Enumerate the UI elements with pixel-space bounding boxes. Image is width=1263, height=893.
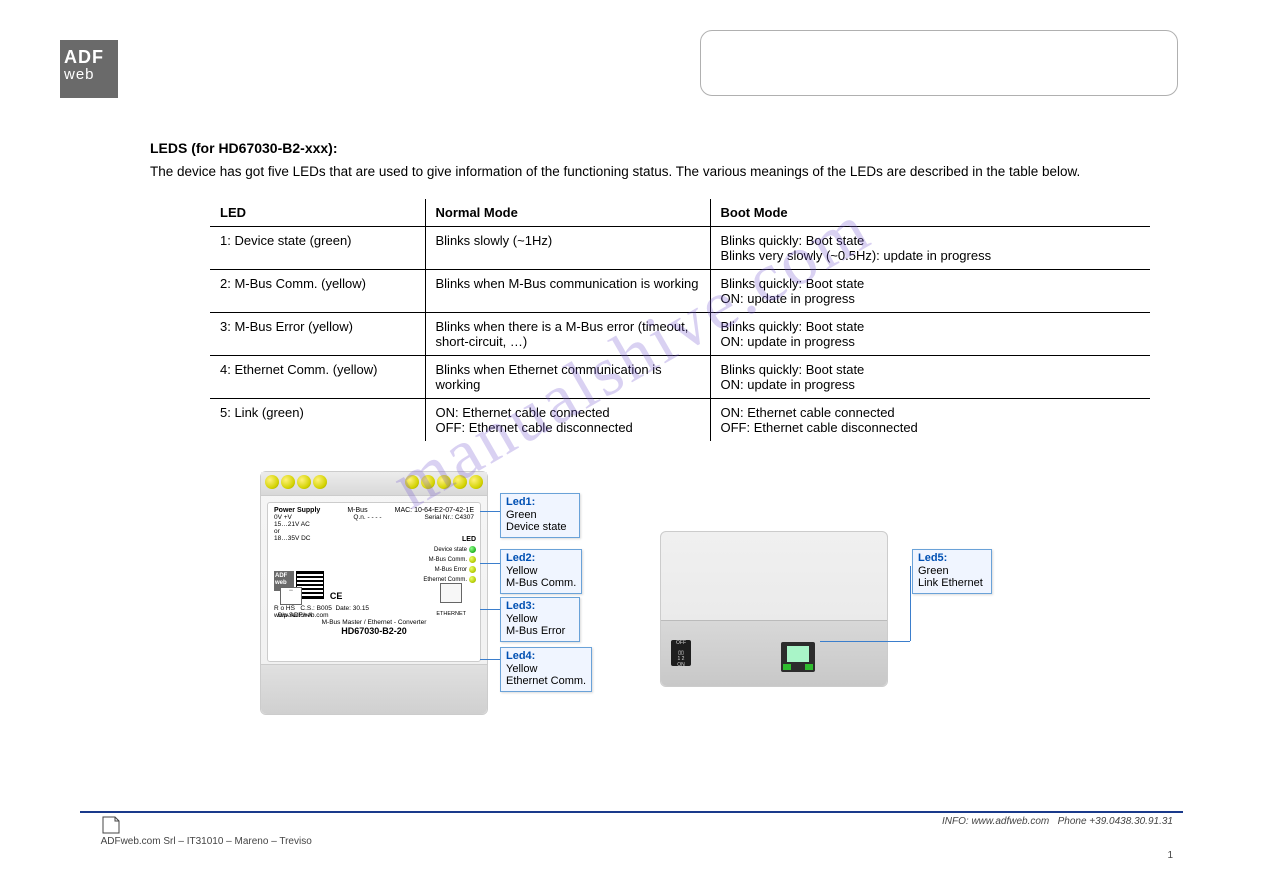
callout-lead [480,609,500,610]
header-info-box [700,30,1178,96]
cell-boot: ON: Ethernet cable connected OFF: Ethern… [710,399,1150,442]
led-name-3: M-Bus Error [435,567,467,573]
callout-title: Led2: [506,552,535,564]
dip-switch-icon: ▫▫ [280,587,302,605]
led-col-title: LED [423,536,476,543]
ce-mark: CE [330,591,343,601]
cell-boot: Blinks quickly: Boot state ON: update in… [710,356,1150,399]
cell-normal: Blinks when M-Bus communication is worki… [425,270,710,313]
device-back-image: OFF ▯▯ 1 2 ON [660,531,888,687]
led-name-2: M-Bus Comm. [429,557,467,563]
device-back-body: OFF ▯▯ 1 2 ON [661,620,887,686]
callout-title: Led5: [918,552,947,564]
cell-boot: Blinks quickly: Boot state ON: update in… [710,313,1150,356]
device-front-image: Power Supply M-Bus MAC: 10-64-E2-07-42-1… [260,471,488,715]
footer-page-num-part: 1 [1167,850,1173,861]
mac-label: MAC: 10-64-E2-07-42-1E [395,507,474,514]
cell-led: 4: Ethernet Comm. (yellow) [210,356,425,399]
callout-led4: Led4: Yellow Ethernet Comm. [500,647,592,692]
footer-link[interactable]: www.adfweb.com [971,816,1049,827]
callout-lead [480,563,500,564]
cell-normal: ON: Ethernet cable connected OFF: Ethern… [425,399,710,442]
th-boot: Boot Mode [710,199,1150,227]
dip-off-label: OFF [671,640,691,646]
callout-line: Device state [506,521,567,533]
footer-company: ADFweb.com Srl – IT31010 – Mareno – Trev… [101,836,312,847]
qn-label: Q.n. - - - - [353,514,381,543]
callout-lead [480,659,500,660]
cell-normal: Blinks slowly (~1Hz) [425,227,710,270]
logo-line1: ADF [64,48,114,66]
cell-led: 2: M-Bus Comm. (yellow) [210,270,425,313]
led-dot-icon [469,546,476,553]
date-label: Date: 30.15 [335,605,369,612]
callout-led1: Led1: Green Device state [500,493,580,538]
cell-normal: Blinks when Ethernet communication is wo… [425,356,710,399]
callout-title: Led4: [506,650,535,662]
table-row: 1: Device state (green) Blinks slowly (~… [210,227,1150,270]
cell-boot: Blinks quickly: Boot state ON: update in… [710,270,1150,313]
ethernet-led-icon [783,664,791,670]
th-normal: Normal Mode [425,199,710,227]
dip-switch-back-icon: OFF ▯▯ 1 2 ON [671,640,691,666]
led-table: LED Normal Mode Boot Mode 1: Device stat… [210,199,1150,441]
cell-led: 5: Link (green) [210,399,425,442]
callout-lead [910,566,911,641]
callout-line: Yellow [506,565,537,577]
table-row: 2: M-Bus Comm. (yellow) Blinks when M-Bu… [210,270,1150,313]
ethernet-port-icon [440,583,462,603]
table-row: 3: M-Bus Error (yellow) Blinks when ther… [210,313,1150,356]
callout-line: Link Ethernet [918,577,983,589]
led-name-1: Device state [434,547,467,553]
rohs-label: R o HS [274,605,295,612]
ethernet-led-icon [805,664,813,670]
callout-led2: Led2: Yellow M-Bus Comm. [500,549,582,594]
table-row: 5: Link (green) ON: Ethernet cable conne… [210,399,1150,442]
adf-web-logo: ADF web [60,40,118,98]
led-dot-icon [469,566,476,573]
ethernet-label: ETHERNET [436,611,466,617]
footer-right: 1 [1167,849,1173,863]
cs-label: C.S.: B005 [300,605,331,612]
led-indicator-column: LED Device state M-Bus Comm. M-Bus Error… [423,533,476,586]
led-dot-icon [469,576,476,583]
callout-title: Led1: [506,496,535,508]
product-line: M-Bus Master / Ethernet - Converter [274,619,474,626]
ethernet-port-back-icon [781,642,815,672]
power-supply-label: Power Supply [274,507,320,514]
dip-switch-label: Dip-Switch A [278,613,312,619]
mbus-label: M-Bus [347,507,367,514]
callout-line: Green [506,509,537,521]
footer-left: ADFweb.com Srl – IT31010 – Mareno – Trev… [90,801,312,863]
model-number: HD67030-B2-20 [274,626,474,636]
section-title: LEDS (for HD67030-B2-xxx): [150,140,1183,156]
logo-line2: web [64,66,114,84]
footer-tagline: INFO: www.adfweb.com Phone +39.0438.30.9… [942,816,1173,827]
page-corner-icon [101,815,121,835]
th-led: LED [210,199,425,227]
callout-line: Yellow [506,663,537,675]
callout-line: M-Bus Comm. [506,577,576,589]
terminal-strip [261,472,487,496]
device-label: Power Supply M-Bus MAC: 10-64-E2-07-42-1… [267,502,481,662]
callout-led3: Led3: Yellow M-Bus Error [500,597,580,642]
callout-line: M-Bus Error [506,625,565,637]
cell-normal: Blinks when there is a M-Bus error (time… [425,313,710,356]
table-row: 4: Ethernet Comm. (yellow) Blinks when E… [210,356,1150,399]
callout-line: Green [918,565,949,577]
cell-led: 3: M-Bus Error (yellow) [210,313,425,356]
callout-lead [820,641,910,642]
power-lines: 0V +V 15…21V AC or 18…35V DC [274,514,311,543]
led-dot-icon [469,556,476,563]
dip-on-label: ON [671,662,691,668]
cell-led: 1: Device state (green) [210,227,425,270]
callout-lead [480,511,500,512]
callout-title: Led3: [506,600,535,612]
cell-boot: Blinks quickly: Boot state Blinks very s… [710,227,1150,270]
section-intro: The device has got five LEDs that are us… [150,164,1183,179]
device-bottom-strip [261,664,487,714]
callout-line: Ethernet Comm. [506,675,586,687]
callout-line: Yellow [506,613,537,625]
callout-led5: Led5: Green Link Ethernet [912,549,992,594]
